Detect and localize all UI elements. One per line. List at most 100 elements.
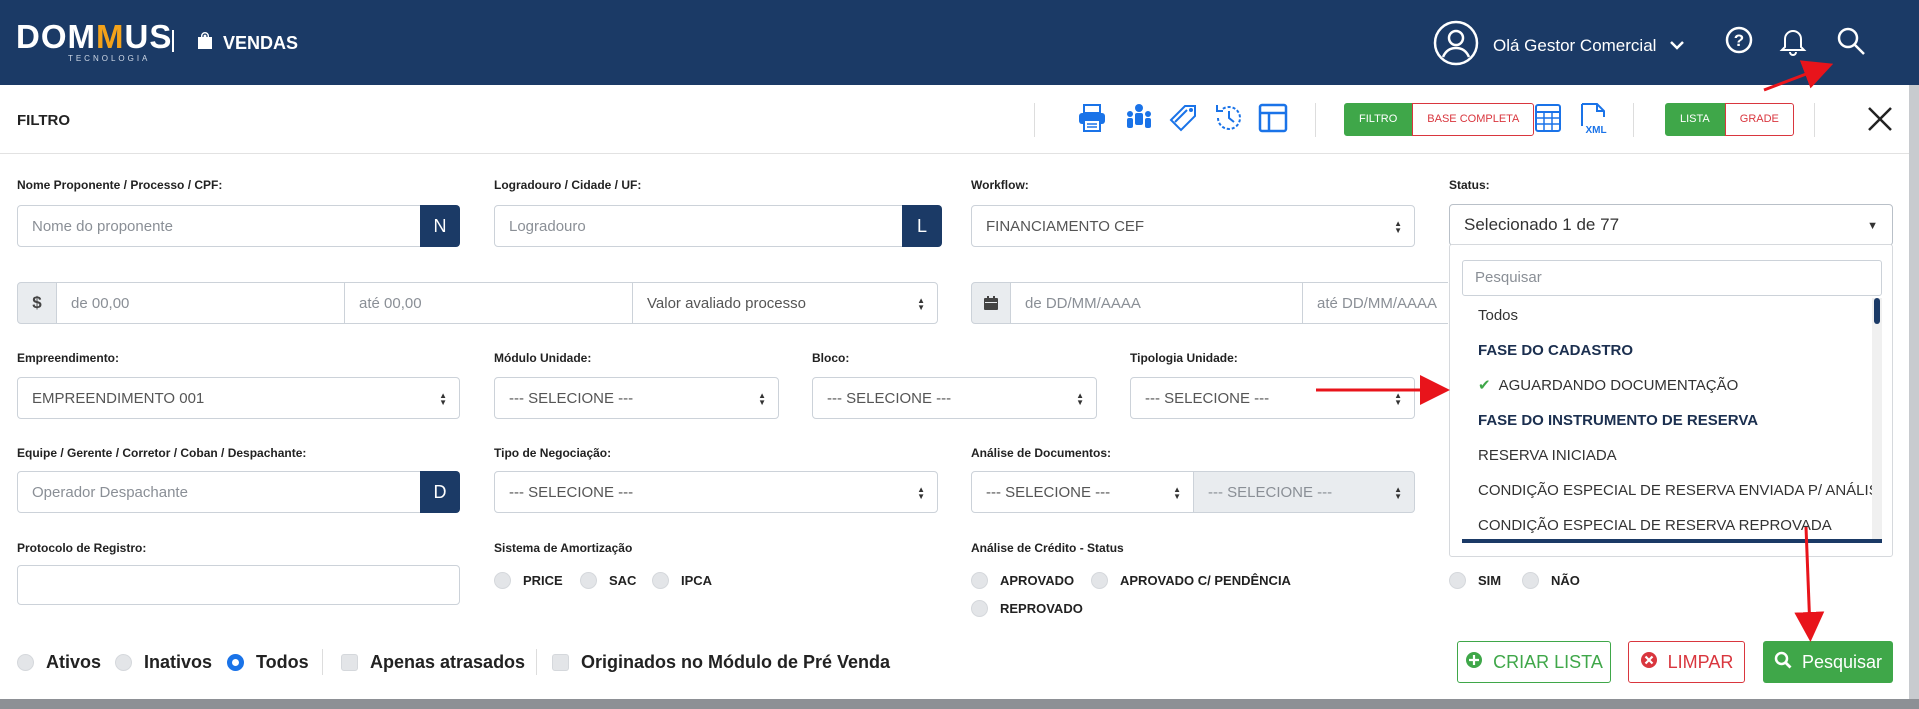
toolbar-divider — [1034, 103, 1035, 137]
analise-documentos-select[interactable]: --- SELECIONE --- ▲ ▼ — [971, 471, 1194, 513]
page-scrollbar[interactable] — [1909, 85, 1919, 699]
search-icon[interactable] — [1836, 26, 1866, 61]
equipe-label: Equipe / Gerente / Corretor / Coban / De… — [17, 446, 307, 460]
header-divider — [172, 30, 174, 52]
status-search-input[interactable]: Pesquisar — [1462, 260, 1882, 296]
options-divider — [536, 649, 537, 675]
check-icon: ✔ — [1478, 377, 1491, 394]
svg-text:XML: XML — [1585, 125, 1606, 136]
user-menu[interactable]: Olá Gestor Comercial — [1433, 20, 1685, 71]
radio-aprovado-pendencia[interactable]: APROVADO C/ PENDÊNCIA — [1091, 572, 1291, 589]
shopping-bag-icon — [197, 32, 213, 54]
modulo-unidade-select[interactable]: --- SELECIONE --- ▲ ▼ — [494, 377, 779, 419]
filter-toolbar: FILTRO FILTRO BASE COMPLETA XML LISTA GR… — [0, 85, 1909, 154]
tipologia-label: Tipologia Unidade: — [1130, 351, 1238, 365]
filtro-toggle-button[interactable]: FILTRO — [1344, 103, 1413, 136]
user-greeting: Olá Gestor Comercial — [1493, 35, 1657, 55]
status-option[interactable]: CONDIÇÃO ESPECIAL DE RESERVA ENVIADA P/ … — [1462, 473, 1882, 508]
radio-sim[interactable]: SIM — [1449, 572, 1501, 589]
currency-addon: $ — [17, 282, 57, 324]
protocolo-label: Protocolo de Registro: — [17, 541, 147, 555]
equipe-input[interactable]: Operador Despachante — [17, 471, 421, 513]
equipe-search-button[interactable]: D — [420, 471, 460, 513]
radio-inativos[interactable]: Inativos — [115, 652, 212, 673]
top-navbar: DOMMUS TECNOLOGIA VENDAS Olá Gestor Come… — [0, 0, 1919, 85]
radio-price[interactable]: PRICE — [494, 572, 563, 589]
footer-strip — [0, 699, 1919, 709]
logradouro-label: Logradouro / Cidade / UF: — [494, 178, 642, 192]
lista-toggle-button[interactable]: LISTA — [1665, 103, 1725, 136]
bloco-label: Bloco: — [812, 351, 850, 365]
pesquisar-button[interactable]: Pesquisar — [1763, 641, 1893, 683]
analise-documentos-sub-select: --- SELECIONE --- ▲ ▼ — [1193, 471, 1415, 513]
options-divider — [322, 649, 323, 675]
status-options-list: Todos FASE DO CADASTRO ✔ AGUARDANDO DOCUMEN… — [1462, 298, 1882, 543]
help-icon[interactable]: ? — [1725, 26, 1753, 59]
select-arrows-icon: ▲ ▼ — [1394, 219, 1402, 235]
calendar-addon — [971, 282, 1011, 324]
select-arrows-icon: ▲ ▼ — [917, 296, 925, 312]
protocolo-input[interactable] — [17, 565, 460, 605]
workflow-select[interactable]: FINANCIAMENTO CEF ▲ ▼ — [971, 205, 1415, 247]
svg-text:?: ? — [1734, 31, 1744, 50]
radio-reprovado[interactable]: REPROVADO — [971, 600, 1083, 617]
tags-icon[interactable] — [1168, 102, 1200, 139]
team-icon[interactable] — [1124, 102, 1154, 139]
status-option[interactable]: RESERVA INICIADA — [1462, 438, 1882, 473]
spreadsheet-icon[interactable] — [1534, 102, 1562, 139]
radio-ipca[interactable]: IPCA — [652, 572, 712, 589]
radio-sac[interactable]: SAC — [580, 572, 636, 589]
checkbox-pre-venda[interactable]: Originados no Módulo de Pré Venda — [552, 652, 890, 673]
radio-ativos[interactable]: Ativos — [17, 652, 101, 673]
modulo-unidade-label: Módulo Unidade: — [494, 351, 592, 365]
criar-lista-button[interactable]: CRIAR LISTA — [1457, 641, 1611, 683]
valor-de-input[interactable]: de 00,00 — [56, 282, 345, 324]
valor-tipo-select[interactable]: Valor avaliado processo ▲ ▼ — [632, 282, 938, 324]
select-arrows-icon: ▲ ▼ — [1394, 391, 1402, 407]
status-option-group: FASE DO CADASTRO — [1478, 342, 1634, 359]
status-option[interactable]: ✔ AGUARDANDO DOCUMENTAÇÃO — [1462, 368, 1882, 403]
grade-toggle-button[interactable]: GRADE — [1724, 103, 1794, 136]
nome-proponente-input[interactable]: Nome do proponente — [17, 205, 421, 247]
logradouro-input[interactable]: Logradouro — [494, 205, 903, 247]
status-label: Status: — [1449, 178, 1490, 192]
limpar-button[interactable]: LIMPAR — [1628, 641, 1745, 683]
logradouro-search-button[interactable]: L — [902, 205, 942, 247]
radio-aprovado[interactable]: APROVADO — [971, 572, 1074, 589]
tipo-negociacao-select[interactable]: --- SELECIONE --- ▲ ▼ — [494, 471, 938, 513]
amortizacao-label: Sistema de Amortização — [494, 541, 633, 555]
dommus-logo[interactable]: DOMMUS TECNOLOGIA — [16, 20, 172, 64]
xml-file-icon[interactable]: XML — [1579, 102, 1609, 141]
close-icon[interactable] — [1866, 105, 1894, 138]
status-select[interactable]: Selecionado 1 de 77 ▼ — [1449, 204, 1893, 246]
empreendimento-select[interactable]: EMPREENDIMENTO 001 ▲ ▼ — [17, 377, 460, 419]
calendar-icon — [984, 296, 998, 310]
status-option[interactable]: Todos — [1462, 298, 1882, 333]
bell-icon[interactable] — [1779, 26, 1807, 61]
data-de-input[interactable]: de DD/MM/AAAA — [1010, 282, 1303, 324]
select-arrows-icon: ▲ ▼ — [439, 391, 447, 407]
radio-nao[interactable]: NÃO — [1522, 572, 1580, 589]
select-arrows-icon: ▲ ▼ — [1394, 485, 1402, 501]
table-layout-icon[interactable] — [1258, 102, 1288, 139]
bloco-select[interactable]: --- SELECIONE --- ▲ ▼ — [812, 377, 1097, 419]
checkbox-apenas-atrasados[interactable]: Apenas atrasados — [341, 652, 525, 673]
nome-search-button[interactable]: N — [420, 205, 460, 247]
analise-credito-label: Análise de Crédito - Status — [971, 541, 1124, 555]
filter-mode-toggle: FILTRO BASE COMPLETA — [1344, 103, 1535, 136]
base-completa-toggle-button[interactable]: BASE COMPLETA — [1412, 103, 1535, 136]
data-ate-input[interactable]: até DD/MM/AAAA — [1302, 282, 1448, 324]
radio-todos[interactable]: Todos — [227, 652, 309, 673]
valor-ate-input[interactable]: até 00,00 — [344, 282, 633, 324]
view-mode-toggle: LISTA GRADE — [1665, 103, 1794, 136]
analise-documentos-label: Análise de Documentos: — [971, 446, 1112, 460]
caret-down-icon: ▼ — [1867, 220, 1878, 232]
select-arrows-icon: ▲ ▼ — [1173, 485, 1181, 501]
tipologia-select[interactable]: --- SELECIONE --- ▲ ▼ — [1130, 377, 1415, 419]
scrollbar[interactable] — [1872, 298, 1882, 539]
history-icon[interactable] — [1213, 102, 1245, 139]
status-dropdown-panel: Pesquisar Todos FASE DO CADASTRO ✔ AGUARDAN… — [1449, 244, 1893, 557]
times-circle-icon — [1640, 651, 1658, 674]
status-option[interactable]: CONDIÇÃO ESPECIAL DE RESERVA REPROVADA — [1462, 508, 1882, 539]
printer-icon[interactable] — [1077, 102, 1107, 139]
